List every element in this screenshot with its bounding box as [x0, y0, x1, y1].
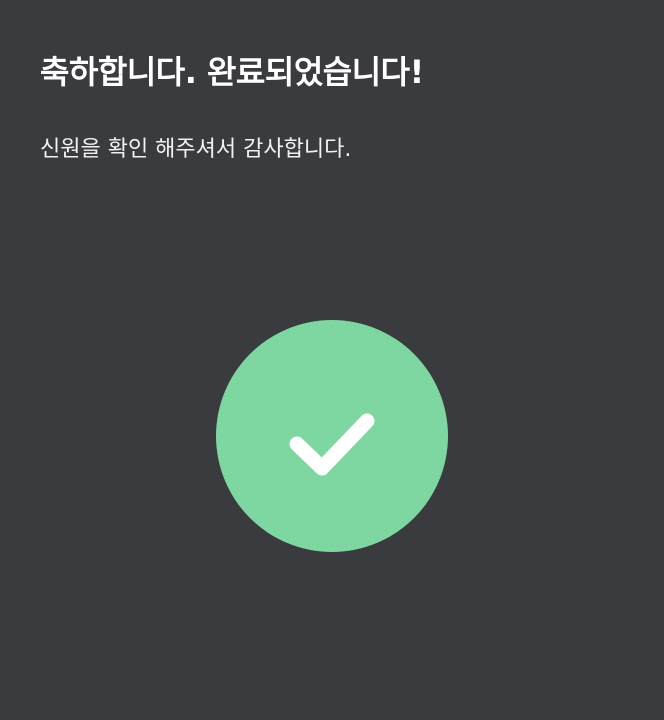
thank-you-message: 신원을 확인 해주셔서 감사합니다.: [40, 137, 352, 162]
completion-screen: 축하합니다. 완료되었습니다! 신원을 확인 해주셔서 감사합니다.: [0, 0, 664, 720]
success-badge: [216, 320, 448, 552]
page-title: 축하합니다. 완료되었습니다!: [40, 53, 424, 91]
checkmark-icon: [289, 413, 375, 476]
